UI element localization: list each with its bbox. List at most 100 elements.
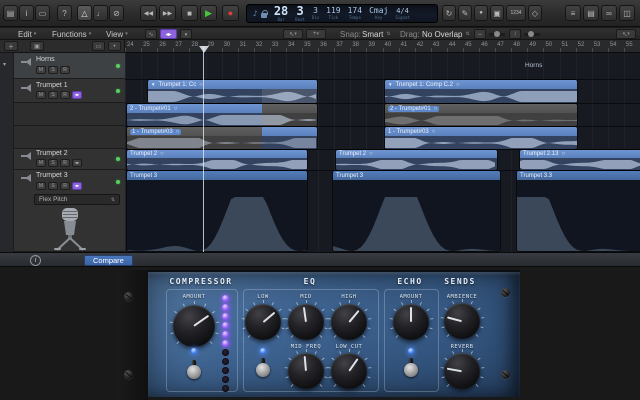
folder-disclosure-icon[interactable]: ▼ — [388, 82, 392, 87]
flex-button[interactable]: ◂▸ — [72, 182, 82, 190]
take-region[interactable]: 2 - Trumpet#01 ○ — [127, 104, 317, 126]
region-filter-icon[interactable]: ▼ — [180, 29, 192, 39]
mute-button[interactable]: M — [36, 159, 46, 167]
replace-icon[interactable]: ● — [474, 5, 488, 21]
browsers-icon[interactable]: ◫ — [619, 5, 635, 21]
hzoom-icon[interactable]: ↔ — [474, 29, 486, 39]
compressor-amount-knob[interactable] — [173, 305, 215, 347]
record-enable-button[interactable]: R — [60, 66, 70, 74]
eq-low-cut-knob[interactable] — [331, 353, 367, 389]
take-lane-header-1[interactable] — [14, 103, 125, 126]
track-header-trumpet2[interactable]: Trumpet 2 M S R ◂▸ — [14, 149, 125, 170]
take-indicator-icon[interactable]: ○ — [561, 151, 565, 157]
audio-region[interactable]: Trumpet 2 ○ — [336, 150, 497, 170]
quick-help-icon[interactable]: ? — [57, 5, 72, 21]
lcd-display[interactable]: ♪ 28Bar 3Beat 3Div 119Tick 174Tempo Cmaj… — [246, 4, 438, 23]
echo-switch[interactable] — [403, 357, 419, 379]
eq-mid-freq-knob[interactable] — [288, 353, 324, 389]
hzoom-slider[interactable] — [489, 33, 505, 36]
vzoom-slider[interactable] — [524, 33, 540, 36]
eq-mid-knob[interactable] — [288, 304, 324, 340]
library-icon[interactable]: ▤ — [3, 5, 18, 21]
note-pads-icon[interactable]: ▤ — [583, 5, 599, 21]
left-click-tool[interactable]: ↖▾ — [616, 29, 636, 39]
echo-amount-knob[interactable] — [393, 304, 429, 340]
flex-button[interactable]: ◂▸ — [72, 159, 82, 167]
count-in-button[interactable]: 1234 — [506, 5, 526, 21]
solo-button[interactable]: S — [48, 91, 58, 99]
take-region[interactable]: 2 - Trumpet#01 ○ — [385, 104, 577, 126]
stack-disclosure-arrow[interactable]: ▾ — [3, 61, 6, 68]
metronome-icon[interactable]: △ — [77, 5, 92, 21]
stop-button[interactable]: ■ — [181, 5, 198, 21]
take-indicator-icon[interactable]: ○ — [160, 151, 164, 157]
compressor-switch[interactable] — [186, 359, 202, 381]
inspector-icon[interactable]: i — [19, 5, 34, 21]
master-lock-icon[interactable]: ◇ — [528, 5, 542, 21]
zoom-preset-1-button[interactable]: ▭ — [92, 41, 105, 51]
sends-reverb-knob[interactable] — [444, 353, 480, 389]
record-enable-button[interactable]: R — [60, 91, 70, 99]
playhead[interactable] — [203, 46, 204, 252]
flex-icon[interactable]: ◂▸ — [160, 29, 177, 39]
info-icon[interactable]: i — [30, 255, 41, 266]
track-header-trumpet1[interactable]: Trumpet 1 M S R ◂▸ — [14, 79, 125, 103]
apple-loops-icon[interactable]: ∞ — [601, 5, 617, 21]
eq-high-knob[interactable] — [331, 304, 367, 340]
folder-disclosure-icon[interactable]: ▼ — [151, 82, 155, 87]
flex-button[interactable]: ◂▸ — [72, 91, 82, 99]
track-header-trumpet3[interactable]: Trumpet 3 M S R ◂▸ Flex Pitch ⇅ — [14, 170, 125, 252]
audio-region[interactable]: Trumpet 2.13 ○ — [520, 150, 640, 170]
take-indicator-icon[interactable]: ○ — [174, 106, 178, 112]
take-lane-header-2[interactable] — [14, 126, 125, 149]
eq-low-knob[interactable] — [245, 304, 281, 340]
count-in-off-icon[interactable]: ⊘ — [109, 5, 124, 21]
solo-button[interactable]: S — [48, 159, 58, 167]
take-folder-region[interactable]: ▼ Trumpet 1: Cc ○ — [148, 80, 317, 103]
record-enable-button[interactable]: R — [60, 182, 70, 190]
rewind-button[interactable]: ◀◀ — [140, 5, 157, 21]
snap-popup[interactable]: Smart⇅ — [362, 29, 391, 39]
solo-icon[interactable]: ▣ — [490, 5, 504, 21]
audio-region[interactable]: Trumpet 3 — [127, 171, 307, 251]
pointer-tool-menu[interactable]: ↖▾ — [283, 29, 303, 39]
audio-region[interactable]: Trumpet 3 — [333, 171, 500, 251]
take-indicator-icon[interactable]: ○ — [432, 129, 436, 135]
mute-button[interactable]: M — [36, 91, 46, 99]
take-folder-region[interactable]: ▼ Trumpet 1: Comp C.2 ○ — [385, 80, 577, 103]
take-indicator-icon[interactable]: ○ — [456, 82, 460, 88]
flex-mode-dropdown[interactable]: Flex Pitch ⇅ — [34, 194, 120, 205]
vzoom-icon[interactable]: ↕ — [509, 29, 521, 39]
solo-button[interactable]: S — [48, 182, 58, 190]
mute-button[interactable]: M — [36, 182, 46, 190]
toolbar-icon[interactable]: ▭ — [35, 5, 50, 21]
menu-view[interactable]: View▾ — [106, 29, 128, 39]
autopunch-icon[interactable]: ✎ — [458, 5, 472, 21]
forward-button[interactable]: ▶▶ — [159, 5, 176, 21]
zoom-preset-2-button[interactable]: ▾ — [108, 41, 121, 51]
duplicate-track-button[interactable]: ▣ — [30, 41, 44, 51]
eq-switch[interactable] — [255, 357, 271, 379]
track-header-horns[interactable]: Horns M S R — [14, 53, 125, 79]
command-tool-menu[interactable]: +▾ — [306, 29, 326, 39]
take-region[interactable]: 1 - Trumpet#03 ○ — [385, 127, 577, 149]
menu-functions[interactable]: Functions▾ — [52, 29, 91, 39]
playhead-handle[interactable] — [199, 46, 209, 53]
take-indicator-icon[interactable]: ○ — [369, 151, 373, 157]
take-indicator-icon[interactable]: ○ — [434, 106, 438, 112]
compare-button[interactable]: Compare — [84, 255, 133, 266]
menu-edit[interactable]: Edit▾ — [18, 29, 36, 39]
record-enable-button[interactable]: R — [60, 159, 70, 167]
take-indicator-icon[interactable]: ○ — [176, 129, 180, 135]
play-button[interactable]: ▶ — [200, 5, 217, 21]
take-region[interactable]: 1 - Trumpet#03 ○ — [127, 127, 317, 149]
drag-popup[interactable]: No Overlap⇅ — [422, 29, 470, 39]
automation-icon[interactable]: ∿ — [145, 29, 157, 39]
tuner-icon[interactable]: ♩ — [93, 5, 108, 21]
sends-ambience-knob[interactable] — [444, 303, 480, 339]
audio-region[interactable]: Trumpet 2 ○ — [127, 150, 307, 170]
mute-button[interactable]: M — [36, 66, 46, 74]
cycle-icon[interactable]: ↻ — [442, 5, 456, 21]
record-button[interactable]: ● — [222, 5, 239, 21]
solo-button[interactable]: S — [48, 66, 58, 74]
